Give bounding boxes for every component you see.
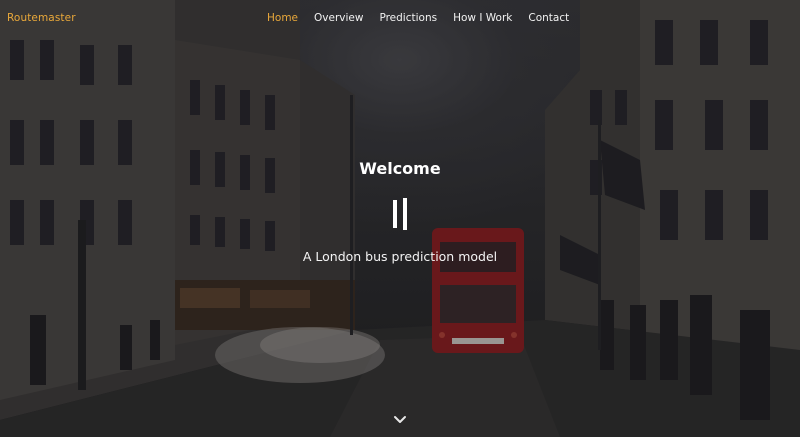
pause-bar-left — [393, 200, 397, 228]
nav-item-contact[interactable]: Contact — [528, 12, 569, 24]
top-navbar: Routemaster Home Overview Predictions Ho… — [0, 0, 800, 38]
hero-subtitle: A London bus prediction model — [302, 249, 498, 264]
nav-item-home[interactable]: Home — [267, 12, 298, 24]
nav-item-how-i-work[interactable]: How I Work — [453, 12, 512, 24]
pause-icon — [390, 198, 410, 230]
chevron-down-icon[interactable] — [393, 410, 407, 423]
pause-bar-right — [403, 198, 407, 230]
brand-logo-link[interactable]: Routemaster — [7, 12, 76, 24]
hero-title: Welcome — [359, 159, 441, 178]
nav-item-overview[interactable]: Overview — [314, 12, 363, 24]
main-nav: Home Overview Predictions How I Work Con… — [267, 12, 569, 24]
nav-item-predictions[interactable]: Predictions — [379, 12, 437, 24]
